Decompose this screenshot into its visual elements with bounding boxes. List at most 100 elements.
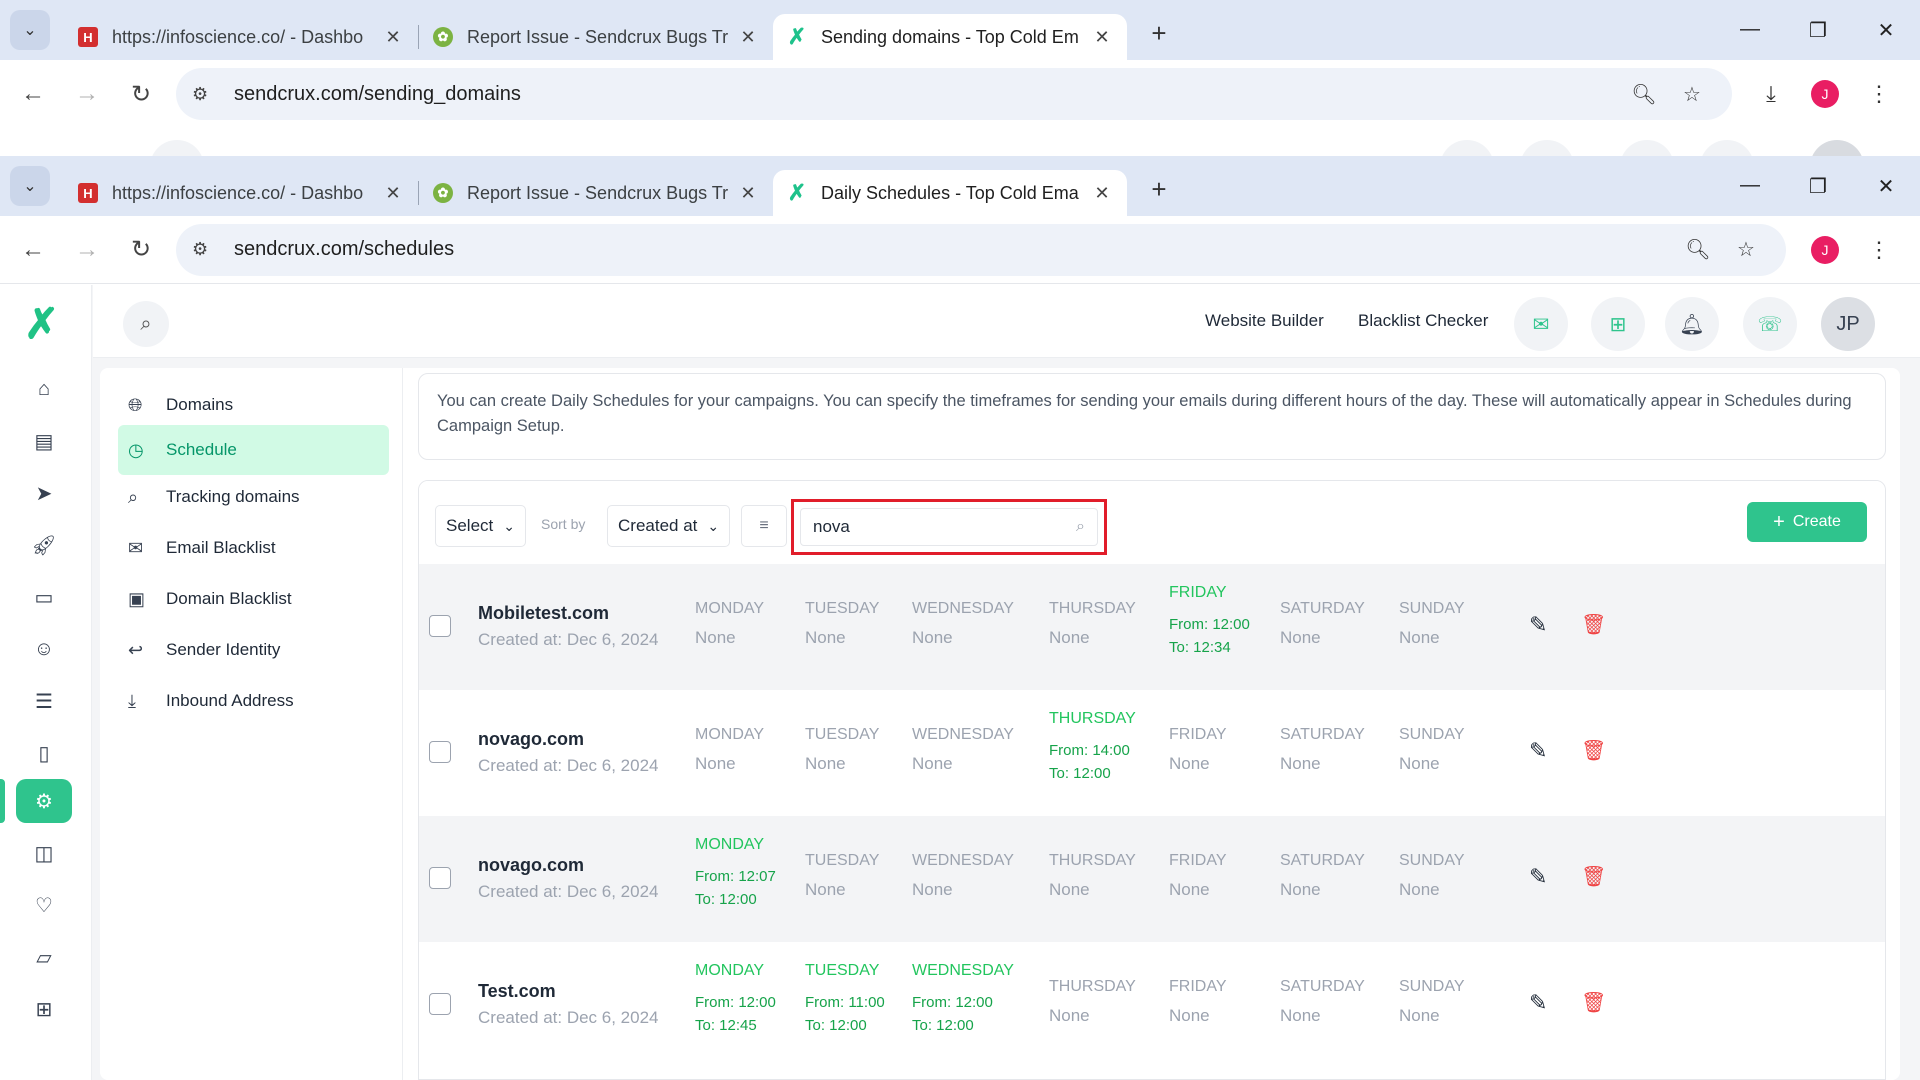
tab-search-menu[interactable]: ⌄ xyxy=(10,166,50,206)
restore-icon[interactable]: ❐ xyxy=(1784,174,1852,199)
star-icon[interactable]: ☆ xyxy=(1668,82,1716,107)
tab-daily-schedules[interactable]: ✗ Daily Schedules - Top Cold Ema ✕ xyxy=(773,170,1127,216)
document-icon[interactable]: ▯ xyxy=(16,731,72,775)
trash-icon[interactable]: 🗑︎ xyxy=(1581,738,1606,763)
row-checkbox[interactable] xyxy=(429,867,451,889)
sort-field-dropdown[interactable]: Created at ⌄ xyxy=(607,505,731,547)
settings-nav-domains[interactable]: 🌐︎ Domains xyxy=(118,380,389,430)
blacklist-checker-link[interactable]: Blacklist Checker xyxy=(1358,311,1488,331)
back-icon[interactable]: ← xyxy=(6,236,60,264)
settings-icon[interactable]: ⚙ xyxy=(16,779,72,823)
tab-sending-domains[interactable]: ✗ Sending domains - Top Cold Em ✕ xyxy=(773,14,1127,60)
zoom-icon[interactable]: 🔍︎ xyxy=(1674,237,1722,262)
folder-code-icon[interactable]: ▱ xyxy=(16,935,72,979)
site-settings-icon[interactable]: ⚙ xyxy=(192,84,222,105)
chat-icon[interactable]: ▭ xyxy=(16,575,72,619)
settings-nav-schedule[interactable]: ◷ Schedule xyxy=(118,425,389,475)
close-icon[interactable]: ✕ xyxy=(737,183,759,204)
bug-favicon-icon: ✿ xyxy=(433,183,453,203)
sendcrux-favicon-icon: ✗ xyxy=(787,180,807,205)
site-settings-icon[interactable]: ⚙ xyxy=(192,239,222,260)
reload-icon[interactable]: ↻ xyxy=(114,80,168,109)
new-tab-button[interactable]: + xyxy=(1141,174,1177,205)
minimize-icon[interactable]: — xyxy=(1716,18,1784,43)
settings-nav-sender-identity[interactable]: ↩ Sender Identity xyxy=(118,625,389,675)
edit-icon[interactable]: ✎ xyxy=(1529,864,1547,890)
day-label: TUESDAY xyxy=(805,962,880,979)
zoom-icon[interactable]: 🔍︎ xyxy=(1620,82,1668,107)
restore-icon[interactable]: ❐ xyxy=(1784,18,1852,43)
star-icon[interactable]: ☆ xyxy=(1722,237,1770,262)
tab-report-issue[interactable]: ✿ Report Issue - Sendcrux Bugs Tr ✕ xyxy=(419,170,773,216)
support-icon[interactable]: ☏ xyxy=(1743,297,1797,351)
tab-infoscience[interactable]: H https://infoscience.co/ - Dashbo ✕ xyxy=(64,170,418,216)
send-icon[interactable]: ➤ xyxy=(16,471,72,515)
row-checkbox[interactable] xyxy=(429,615,451,637)
sort-direction-button[interactable]: ≡ xyxy=(741,505,787,547)
minimize-icon[interactable]: — xyxy=(1716,174,1784,199)
sendcrux-logo[interactable]: ✗ xyxy=(24,303,59,345)
day-cell-monday: MONDAY From: 12:00 To: 12:45 xyxy=(695,962,776,1034)
reload-icon[interactable]: ↻ xyxy=(114,235,168,264)
inbox-icon[interactable]: ▤ xyxy=(16,419,72,463)
settings-nav-tracking-domains[interactable]: ⌕ Tracking domains xyxy=(118,472,389,522)
bug-favicon-icon: ✿ xyxy=(433,27,453,47)
close-icon[interactable]: ✕ xyxy=(1091,27,1113,48)
close-icon[interactable]: ✕ xyxy=(737,27,759,48)
day-none: None xyxy=(1280,754,1321,773)
bulk-select-dropdown[interactable]: Select ⌄ xyxy=(435,505,526,547)
trash-icon[interactable]: 🗑︎ xyxy=(1581,864,1606,889)
website-builder-link[interactable]: Website Builder xyxy=(1205,311,1324,331)
url-field[interactable]: ⚙ sendcrux.com/schedules 🔍︎ ☆ xyxy=(176,223,1786,276)
analytics-icon[interactable]: ◫ xyxy=(16,831,72,875)
home-icon[interactable]: ⌂ xyxy=(16,367,72,411)
menu-icon[interactable]: ⋮ xyxy=(1852,81,1906,107)
close-icon[interactable]: ✕ xyxy=(382,183,404,204)
close-window-icon[interactable]: ✕ xyxy=(1852,18,1920,43)
close-icon[interactable]: ✕ xyxy=(382,27,404,48)
tab-infoscience-back[interactable]: H https://infoscience.co/ - Dashbo ✕ xyxy=(64,14,418,60)
day-cell-thursday: THURSDAY None xyxy=(1049,978,1136,1026)
forward-icon[interactable]: → xyxy=(60,80,114,108)
day-none: None xyxy=(805,628,846,647)
trash-icon[interactable]: 🗑︎ xyxy=(1581,612,1606,637)
rocket-icon[interactable]: 🚀︎ xyxy=(16,523,72,567)
messages-icon[interactable]: ✉ xyxy=(1514,297,1568,351)
trash-icon[interactable]: 🗑︎ xyxy=(1581,990,1606,1015)
search-input[interactable]: nova ⌕ xyxy=(800,508,1098,546)
search-icon[interactable]: ⌕ xyxy=(123,301,169,347)
list-icon[interactable]: ☰ xyxy=(16,679,72,723)
edit-icon[interactable]: ✎ xyxy=(1529,738,1547,764)
day-label: SUNDAY xyxy=(1399,852,1465,869)
forward-icon[interactable]: → xyxy=(60,236,114,264)
edit-icon[interactable]: ✎ xyxy=(1529,612,1547,638)
apps-icon[interactable]: ⊞ xyxy=(16,987,72,1031)
url-field-back[interactable]: ⚙ sendcrux.com/sending_domains 🔍︎ ☆ xyxy=(176,68,1732,120)
apps-grid-icon[interactable]: ⊞ xyxy=(1591,297,1645,351)
contacts-icon[interactable]: ☺ xyxy=(16,627,72,671)
settings-nav-domain-blacklist[interactable]: ▣ Domain Blacklist xyxy=(118,574,389,624)
bell-icon[interactable]: 🔔︎ xyxy=(1665,297,1719,351)
heart-icon[interactable]: ♡ xyxy=(16,883,72,927)
day-label: TUESDAY xyxy=(805,852,880,869)
tab-search-menu[interactable]: ⌄ xyxy=(10,10,50,50)
day-none: None xyxy=(1169,754,1210,773)
row-checkbox[interactable] xyxy=(429,741,451,763)
profile-avatar[interactable]: J xyxy=(1811,235,1839,264)
download-icon[interactable]: ⤓ xyxy=(1744,81,1798,107)
edit-icon[interactable]: ✎ xyxy=(1529,990,1547,1016)
tab-report-issue-back[interactable]: ✿ Report Issue - Sendcrux Bugs Tr ✕ xyxy=(419,14,773,60)
day-cell-tuesday: TUESDAY None xyxy=(805,852,879,900)
profile-avatar[interactable]: J xyxy=(1811,80,1839,108)
back-icon[interactable]: ← xyxy=(6,80,60,108)
row-checkbox[interactable] xyxy=(429,993,451,1015)
day-none: None xyxy=(695,628,736,647)
settings-nav-inbound-address[interactable]: ⤓ Inbound Address xyxy=(118,676,389,726)
close-icon[interactable]: ✕ xyxy=(1091,183,1113,204)
user-avatar[interactable]: JP xyxy=(1821,297,1875,351)
settings-nav-email-blacklist[interactable]: ✉ Email Blacklist xyxy=(118,523,389,573)
close-window-icon[interactable]: ✕ xyxy=(1852,174,1920,199)
new-tab-button[interactable]: + xyxy=(1141,18,1177,49)
menu-icon[interactable]: ⋮ xyxy=(1852,237,1906,263)
create-button[interactable]: + Create xyxy=(1747,502,1867,542)
